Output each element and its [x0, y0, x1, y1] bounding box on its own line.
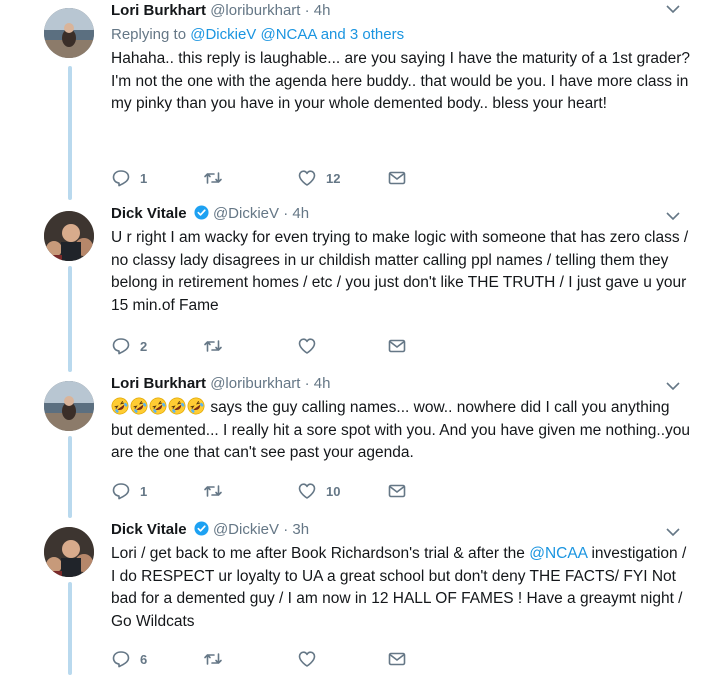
direct-message-button[interactable]: [387, 336, 407, 356]
rolling-on-floor-laughing-emoji-icon: [130, 397, 148, 415]
display-name[interactable]: Lori Burkhart: [111, 2, 206, 19]
retweet-icon: [204, 340, 222, 352]
rolling-on-floor-laughing-emoji-icon: [187, 397, 205, 415]
replying-to: Replying to @DickieV @NCAA and 3 others: [111, 24, 694, 46]
retweet-icon: [204, 172, 222, 184]
like-count: 12: [326, 170, 341, 186]
retweet-button[interactable]: [203, 336, 232, 356]
verified-badge-icon: [194, 205, 209, 220]
avatar[interactable]: [44, 527, 94, 577]
retweet-button[interactable]: [203, 168, 232, 188]
retweet-button[interactable]: [203, 481, 232, 501]
tweet-text: Hahaha.. this reply is laughable... are …: [111, 50, 690, 112]
replying-to-label: Replying to: [111, 26, 187, 43]
retweet-icon: [204, 485, 222, 497]
heart-icon: [298, 170, 316, 186]
rolling-on-floor-laughing-emoji-icon: [168, 397, 186, 415]
like-count: 10: [326, 483, 341, 499]
avatar[interactable]: [44, 211, 94, 261]
reply-count: 1: [140, 170, 148, 186]
reply-icon: [112, 483, 130, 500]
retweet-icon: [204, 653, 222, 665]
rolling-on-floor-laughing-emoji-icon: [111, 397, 129, 415]
separator-dot: ·: [283, 521, 289, 538]
direct-message-button[interactable]: [387, 481, 407, 501]
tweet-actions: 1 12: [111, 168, 411, 188]
chevron-down-icon[interactable]: [666, 381, 680, 391]
reply-button[interactable]: 2: [111, 336, 147, 356]
display-name[interactable]: Dick Vitale: [111, 521, 187, 538]
display-name[interactable]: Lori Burkhart: [111, 375, 206, 392]
tweet-header: Dick Vitale @DickieV · 4h: [111, 203, 694, 225]
mention-link[interactable]: @DickieV: [190, 26, 256, 43]
reply-button[interactable]: 1: [111, 481, 147, 501]
direct-message-button[interactable]: [387, 168, 407, 188]
heart-icon: [298, 338, 316, 354]
conversation-thread: Lori Burkhart @loriburkhart · 4h Replyin…: [0, 0, 724, 675]
tweet[interactable]: Dick Vitale @DickieV · 3h Lori / get bac…: [0, 519, 724, 675]
rolling-on-floor-laughing-emoji-icon: [149, 397, 167, 415]
timestamp[interactable]: 4h: [292, 205, 309, 222]
tweet-actions: 2: [111, 336, 411, 356]
separator-dot: ·: [283, 205, 289, 222]
timestamp[interactable]: 3h: [292, 521, 309, 538]
mention-link[interactable]: @NCAA: [529, 545, 587, 562]
tweet[interactable]: Lori Burkhart @loriburkhart · 4h says th…: [0, 373, 724, 518]
envelope-icon: [388, 171, 406, 185]
like-button[interactable]: 12: [297, 168, 340, 188]
user-handle[interactable]: @loriburkhart: [210, 375, 300, 392]
direct-message-button[interactable]: [387, 649, 407, 669]
verified-badge-icon: [194, 521, 209, 536]
tweet-header: Lori Burkhart @loriburkhart · 4h: [111, 373, 694, 395]
separator-dot: ·: [304, 2, 310, 19]
like-button[interactable]: 10: [297, 481, 340, 501]
avatar[interactable]: [44, 8, 94, 58]
user-handle[interactable]: @DickieV: [213, 205, 279, 222]
user-handle[interactable]: @DickieV: [213, 521, 279, 538]
timestamp[interactable]: 4h: [314, 375, 331, 392]
others-link[interactable]: and 3 others: [321, 26, 404, 43]
reply-icon: [112, 338, 130, 355]
tweet-header: Dick Vitale @DickieV · 3h: [111, 519, 694, 541]
avatar[interactable]: [44, 381, 94, 431]
mention-link[interactable]: @NCAA: [260, 26, 316, 43]
user-handle[interactable]: @loriburkhart: [210, 2, 300, 19]
chevron-down-icon[interactable]: [666, 4, 680, 14]
like-button[interactable]: [297, 649, 326, 669]
reply-count: 2: [140, 338, 148, 354]
tweet[interactable]: Dick Vitale @DickieV · 4h U r right I am…: [0, 203, 724, 373]
tweet-text-before-mention: Lori / get back to me after Book Richard…: [111, 545, 525, 562]
tweet[interactable]: Lori Burkhart @loriburkhart · 4h Replyin…: [0, 0, 724, 205]
emoji-group: [111, 397, 210, 416]
display-name[interactable]: Dick Vitale: [111, 205, 187, 222]
reply-button[interactable]: 1: [111, 168, 147, 188]
envelope-icon: [388, 484, 406, 498]
tweet-text: U r right I am wacky for even trying to …: [111, 229, 689, 314]
like-button[interactable]: [297, 336, 326, 356]
envelope-icon: [388, 652, 406, 666]
chevron-down-icon[interactable]: [666, 527, 680, 537]
reply-count: 1: [140, 483, 148, 499]
tweet-text: Lori / get back to me after Book Richard…: [111, 543, 694, 633]
heart-icon: [298, 483, 316, 499]
reply-icon: [112, 651, 130, 668]
tweet-actions: 6: [111, 649, 411, 669]
tweet-actions: 1 10: [111, 481, 411, 501]
reply-count: 6: [140, 651, 148, 667]
reply-icon: [112, 170, 130, 187]
retweet-button[interactable]: [203, 649, 232, 669]
tweet-text: says the guy calling names... wow.. nowh…: [111, 397, 694, 465]
separator-dot: ·: [304, 375, 310, 392]
heart-icon: [298, 651, 316, 667]
envelope-icon: [388, 339, 406, 353]
tweet-header: Lori Burkhart @loriburkhart · 4h: [111, 0, 694, 22]
timestamp[interactable]: 4h: [314, 2, 331, 19]
chevron-down-icon[interactable]: [666, 211, 680, 221]
reply-button[interactable]: 6: [111, 649, 147, 669]
